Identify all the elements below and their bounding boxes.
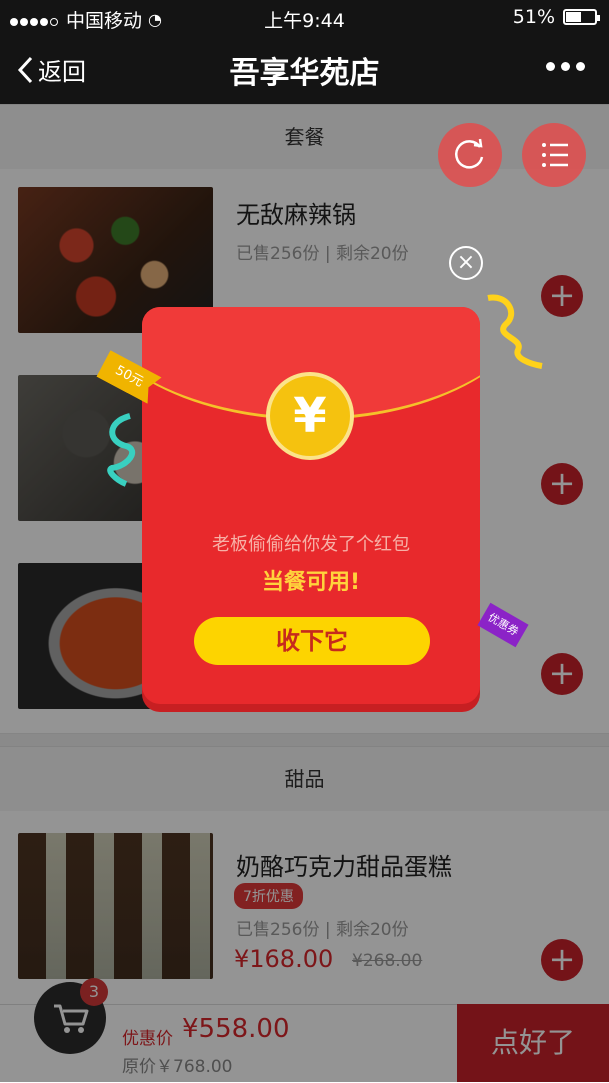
refresh-icon	[455, 138, 484, 169]
more-menu-icon[interactable]	[546, 62, 585, 71]
battery-icon	[563, 9, 600, 25]
nav-bar: 返回 吾享华苑店	[0, 34, 609, 104]
list-icon	[542, 143, 568, 167]
page-title: 吾享华苑店	[229, 56, 380, 91]
status-bar: 中国移动 ◔ 上午9:44 51%	[0, 0, 609, 34]
red-packet-message: 老板偷偷给你发了个红包	[212, 534, 410, 555]
refresh-button[interactable]	[438, 123, 502, 187]
confetti-ribbon-yellow	[487, 294, 543, 369]
list-button[interactable]	[522, 123, 586, 187]
red-packet-highlight: 当餐可用!	[261, 570, 361, 595]
close-icon[interactable]: ×	[449, 246, 483, 280]
accept-button[interactable]: 收下它	[194, 617, 430, 665]
battery-percent: 51%	[512, 6, 555, 28]
confetti-ribbon-teal	[107, 413, 135, 487]
yuan-coin-icon: ¥	[266, 372, 354, 460]
